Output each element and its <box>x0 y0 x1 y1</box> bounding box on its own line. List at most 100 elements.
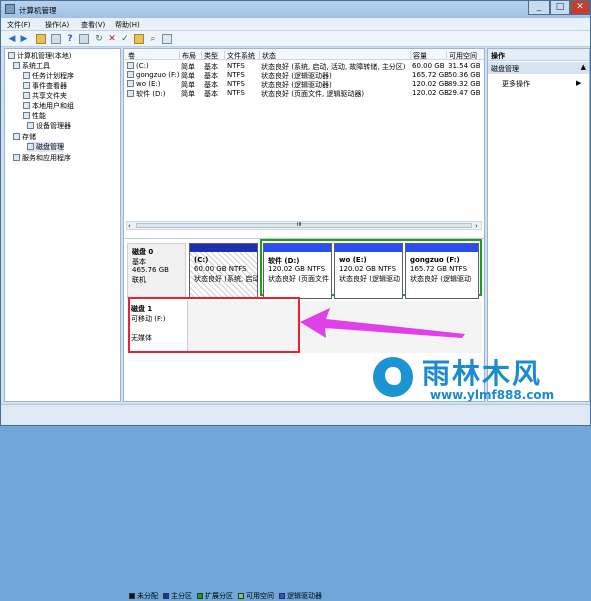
tree-label: 磁盘管理 <box>36 143 64 151</box>
partition-c[interactable]: (C:) 60.00 GB NTFS 状态良好 (系统, 启动 <box>189 243 258 299</box>
tree-device-manager[interactable]: 设备管理器 <box>27 121 71 131</box>
up-folder-icon[interactable] <box>36 34 46 44</box>
partition-status: 状态良好 (页面文件 <box>268 275 329 283</box>
partition-size: 60.00 GB NTFS <box>194 265 247 273</box>
legend-label: 扩展分区 <box>205 592 233 600</box>
more-actions[interactable]: 更多操作 ▶ <box>502 79 581 89</box>
leaf-logo-icon <box>370 354 416 400</box>
tree-task-scheduler[interactable]: 任务计划程序 <box>23 71 74 81</box>
volume-free: 29.47 GB <box>448 89 481 97</box>
volume-status: 状态良好 (页面文件, 逻辑驱动器) <box>261 90 365 98</box>
volume-layout: 简单 <box>181 90 195 98</box>
scroll-right-icon[interactable]: › <box>475 222 478 230</box>
partition-title: wo (E:) <box>339 256 367 264</box>
legend-swatch-free <box>238 593 244 599</box>
disk-management-icon <box>27 143 34 150</box>
tree-local-users[interactable]: 本地用户和组 <box>23 101 74 111</box>
legend-label: 主分区 <box>171 592 192 600</box>
tree-event-viewer[interactable]: 事件查看器 <box>23 81 67 91</box>
window-title: 计算机管理 <box>19 6 57 15</box>
watermark-logo: 雨林木风 www.ylmf888.com <box>370 352 590 412</box>
disk0-name: 磁盘 0 <box>132 248 154 256</box>
table-row[interactable]: gongzuo (F:) 简单 基本 NTFS 状态良好 (逻辑驱动器) 165… <box>124 71 484 80</box>
tree-disk-management[interactable]: 磁盘管理 <box>27 142 64 152</box>
delete-icon[interactable]: ✕ <box>107 34 117 44</box>
partition-title: gongzuo (F:) <box>410 256 460 264</box>
chevron-right-icon: ▶ <box>576 79 582 87</box>
menu-file[interactable]: 文件(F) <box>7 20 31 30</box>
horizontal-scrollbar[interactable]: ‹ III › <box>126 221 482 230</box>
shared-folder-icon <box>23 92 30 99</box>
col-free[interactable]: 可用空间 <box>446 51 477 60</box>
tree-system-tools[interactable]: 系统工具 <box>13 61 50 71</box>
more-actions-label: 更多操作 <box>502 80 530 88</box>
services-icon <box>13 154 20 161</box>
volume-fs: NTFS <box>227 71 245 79</box>
partition-size: 120.02 GB NTFS <box>339 265 397 273</box>
partition-bar <box>406 244 478 252</box>
device-manager-icon <box>27 122 34 129</box>
disk-icon[interactable] <box>162 34 172 44</box>
table-row[interactable]: wo (E:) 简单 基本 NTFS 状态良好 (逻辑驱动器) 120.02 G… <box>124 80 484 89</box>
volume-name: 软件 (D:) <box>136 90 166 98</box>
col-type[interactable]: 类型 <box>201 51 218 60</box>
volume-free: 89.32 GB <box>448 80 481 88</box>
col-volume[interactable]: 卷 <box>126 51 135 60</box>
open-icon[interactable] <box>134 34 144 44</box>
tree-label: 共享文件夹 <box>32 92 67 100</box>
scroll-thumb[interactable]: III <box>136 222 472 228</box>
tree-label: 本地用户和组 <box>32 102 74 110</box>
partition-d[interactable]: 软件 (D:) 120.02 GB NTFS 状态良好 (页面文件 <box>263 243 332 299</box>
volume-name: gongzuo (F:) <box>136 71 179 79</box>
volume-fs: NTFS <box>227 80 245 88</box>
partition-bar <box>190 244 257 252</box>
legend-swatch-extended <box>197 593 203 599</box>
col-layout[interactable]: 布局 <box>179 51 196 60</box>
table-row[interactable]: (C:) 简单 基本 NTFS 状态良好 (系统, 启动, 活动, 故障转储, … <box>124 62 484 71</box>
actions-header: 操作 <box>488 49 589 61</box>
check-icon[interactable]: ✓ <box>120 34 130 44</box>
col-fs[interactable]: 文件系统 <box>224 51 255 60</box>
volume-fs: NTFS <box>227 89 245 97</box>
col-capacity[interactable]: 容量 <box>410 51 427 60</box>
tree-services[interactable]: 服务和应用程序 <box>13 153 71 163</box>
disk0-state: 联机 <box>132 276 146 284</box>
disk0-size: 465.76 GB <box>132 266 169 274</box>
forward-icon[interactable]: ▶ <box>19 34 29 44</box>
disk0-label[interactable]: 磁盘 0 基本 465.76 GB 联机 <box>127 243 186 299</box>
actions-section-disk-management[interactable]: 磁盘管理 ▲ <box>488 62 589 74</box>
help-icon[interactable]: ? <box>65 34 75 44</box>
refresh-icon[interactable]: ↻ <box>94 34 104 44</box>
volume-table-header: 卷 布局 类型 文件系统 状态 容量 可用空间 <box>124 49 484 60</box>
col-status[interactable]: 状态 <box>259 51 276 60</box>
toolbar: ◀ ▶ ? ↻ ✕ ✓ ⌕ <box>1 31 590 47</box>
partition-f[interactable]: gongzuo (F:) 165.72 GB NTFS 状态良好 (逻辑驱动 <box>405 243 479 299</box>
table-row[interactable]: 软件 (D:) 简单 基本 NTFS 状态良好 (页面文件, 逻辑驱动器) 12… <box>124 89 484 98</box>
search-icon[interactable]: ⌕ <box>148 34 158 44</box>
partition-status: 状态良好 (系统, 启动 <box>194 275 258 283</box>
highlight-box <box>128 297 300 353</box>
watermark-url: www.ylmf888.com <box>430 388 555 402</box>
menu-help[interactable]: 帮助(H) <box>115 20 140 30</box>
scroll-left-icon[interactable]: ‹ <box>128 222 131 230</box>
tree-label: 任务计划程序 <box>32 72 74 80</box>
collapse-icon[interactable]: ▲ <box>581 63 586 71</box>
minimize-button[interactable]: _ <box>528 1 550 15</box>
tree-performance[interactable]: 性能 <box>23 111 46 121</box>
volume-capacity: 120.02 GB <box>412 80 449 88</box>
menu-action[interactable]: 操作(A) <box>45 20 69 30</box>
partition-e[interactable]: wo (E:) 120.02 GB NTFS 状态良好 (逻辑驱动 <box>334 243 403 299</box>
menu-view[interactable]: 查看(V) <box>81 20 105 30</box>
tree-storage[interactable]: 存储 <box>13 132 36 142</box>
legend-label: 未分配 <box>137 592 158 600</box>
clock-icon <box>23 72 30 79</box>
tree-shared-folders[interactable]: 共享文件夹 <box>23 91 67 101</box>
close-button[interactable]: ✕ <box>570 1 590 15</box>
tree-root[interactable]: 计算机管理(本地) <box>8 51 71 61</box>
partition-size: 120.02 GB NTFS <box>268 265 326 273</box>
maximize-button[interactable]: □ <box>550 1 570 15</box>
properties-icon[interactable] <box>79 34 89 44</box>
volume-fs: NTFS <box>227 62 245 70</box>
console-tree-icon[interactable] <box>51 34 61 44</box>
back-icon[interactable]: ◀ <box>7 34 17 44</box>
